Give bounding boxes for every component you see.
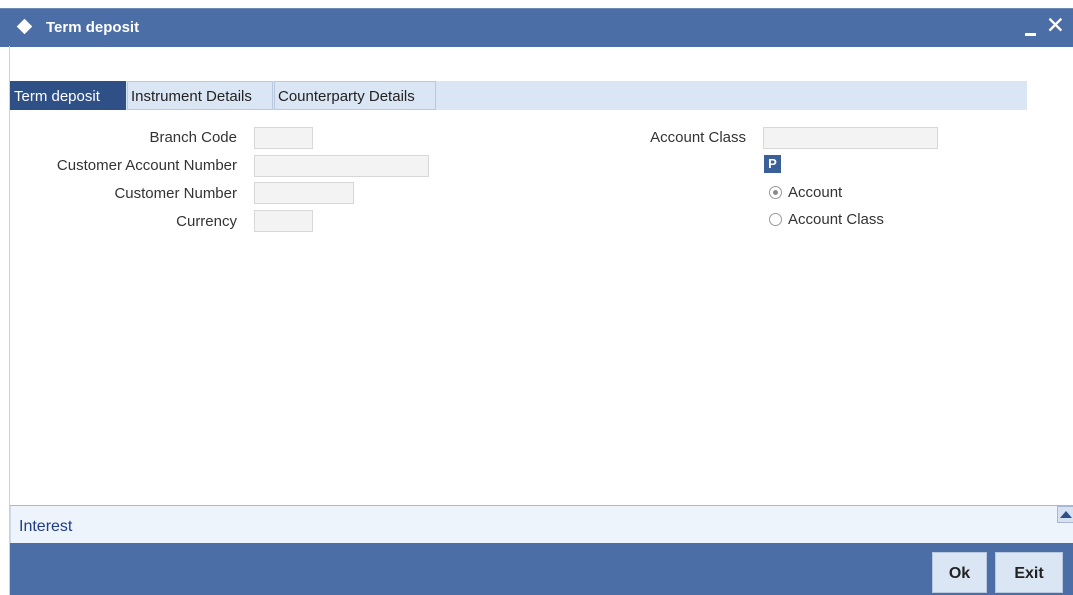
customer-account-number-label: Customer Account Number xyxy=(56,157,237,174)
minimize-icon[interactable] xyxy=(1025,20,1038,36)
tab-counterparty-details[interactable]: Counterparty Details xyxy=(274,81,436,110)
radio-account-label: Account xyxy=(788,184,843,201)
currency-input[interactable] xyxy=(254,210,313,232)
account-class-lov-button[interactable]: P xyxy=(764,155,781,173)
branch-code-label: Branch Code xyxy=(149,129,237,146)
radio-account-class-label: Account Class xyxy=(788,211,884,228)
term-deposit-window: Term deposit ✕ Term deposit Instrument D… xyxy=(0,0,1073,595)
footer-bar: Ok Exit xyxy=(10,543,1073,595)
section-bar: Interest xyxy=(10,506,1073,543)
title-bar: Term deposit ✕ xyxy=(0,8,1073,47)
close-icon[interactable]: ✕ xyxy=(1046,13,1065,37)
tab-instrument-details[interactable]: Instrument Details xyxy=(127,81,273,110)
customer-number-label: Customer Number xyxy=(114,185,237,202)
window-diamond-icon xyxy=(16,18,33,35)
branch-code-input[interactable] xyxy=(254,127,313,149)
tab-term-deposit[interactable]: Term deposit xyxy=(10,81,126,110)
window-title: Term deposit xyxy=(46,19,140,36)
tab-strip: Term deposit Instrument Details Counterp… xyxy=(10,81,1027,110)
ok-button[interactable]: Ok xyxy=(932,552,987,593)
customer-number-input[interactable] xyxy=(254,182,354,204)
radio-account-indicator[interactable] xyxy=(769,186,782,199)
account-class-label: Account Class xyxy=(650,129,746,146)
interest-link[interactable]: Interest xyxy=(19,518,72,536)
customer-account-number-input[interactable] xyxy=(254,155,429,177)
radio-account-class-indicator[interactable] xyxy=(769,213,782,226)
exit-button[interactable]: Exit xyxy=(995,552,1063,593)
currency-label: Currency xyxy=(176,213,237,230)
account-class-input[interactable] xyxy=(763,127,938,149)
scroll-up-icon[interactable] xyxy=(1057,506,1073,523)
